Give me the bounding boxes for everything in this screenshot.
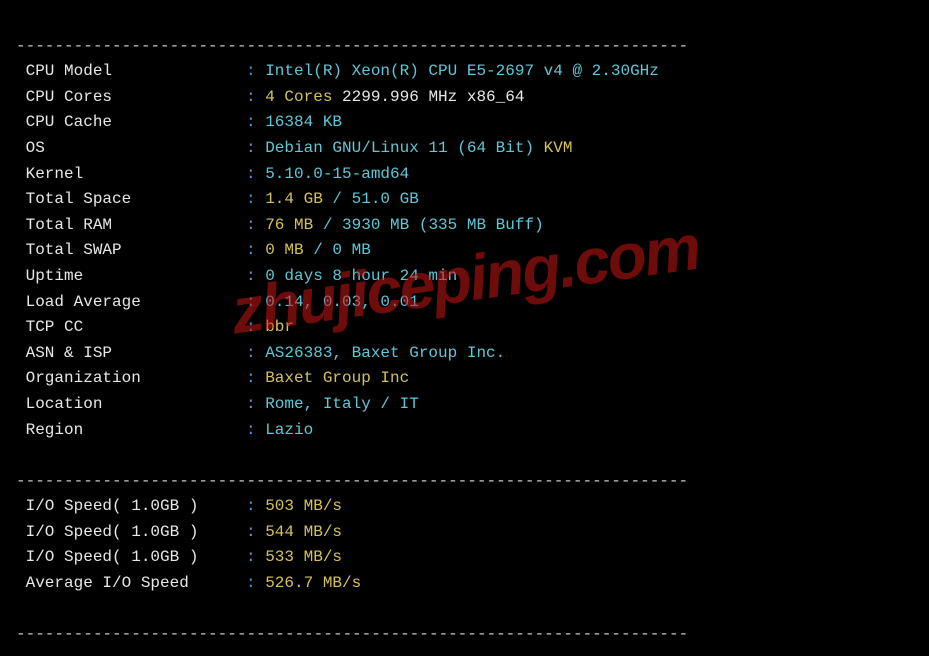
row-label: Total RAM bbox=[16, 213, 246, 239]
colon: : bbox=[246, 293, 265, 311]
info-row: Organization: Baxet Group Inc bbox=[16, 366, 913, 392]
colon: : bbox=[246, 497, 265, 515]
info-row: Total SWAP: 0 MB / 0 MB bbox=[16, 238, 913, 264]
colon: : bbox=[246, 113, 265, 131]
colon: : bbox=[246, 548, 265, 566]
colon: : bbox=[246, 421, 265, 439]
io-row: I/O Speed( 1.0GB ): 503 MB/s bbox=[16, 494, 913, 520]
row-value: 51.0 GB bbox=[352, 190, 419, 208]
row-label: I/O Speed( 1.0GB ) bbox=[16, 520, 246, 546]
info-row: CPU Model: Intel(R) Xeon(R) CPU E5-2697 … bbox=[16, 59, 913, 85]
io-row: Average I/O Speed: 526.7 MB/s bbox=[16, 571, 913, 597]
row-value: bbr bbox=[265, 318, 294, 336]
row-label: OS bbox=[16, 136, 246, 162]
row-label: CPU Cache bbox=[16, 110, 246, 136]
terminal-output: ----------------------------------------… bbox=[0, 0, 929, 656]
row-label: CPU Cores bbox=[16, 85, 246, 111]
row-value: / bbox=[313, 216, 342, 234]
io-speed-section: I/O Speed( 1.0GB ): 503 MB/s I/O Speed( … bbox=[16, 494, 913, 596]
row-value: Baxet Group Inc bbox=[265, 369, 409, 387]
row-value: Rome, Italy / IT bbox=[265, 395, 419, 413]
io-value: 526.7 MB/s bbox=[265, 574, 361, 592]
info-row: CPU Cache: 16384 KB bbox=[16, 110, 913, 136]
row-value: Intel(R) Xeon(R) CPU E5-2697 v4 @ 2.30GH… bbox=[265, 62, 659, 80]
row-label: TCP CC bbox=[16, 315, 246, 341]
io-value: 533 MB/s bbox=[265, 548, 342, 566]
info-row: TCP CC: bbr bbox=[16, 315, 913, 341]
row-label: I/O Speed( 1.0GB ) bbox=[16, 545, 246, 571]
row-label: I/O Speed( 1.0GB ) bbox=[16, 494, 246, 520]
colon: : bbox=[246, 369, 265, 387]
colon: : bbox=[246, 267, 265, 285]
divider-top: ----------------------------------------… bbox=[16, 37, 688, 55]
colon: : bbox=[246, 395, 265, 413]
info-row: CPU Cores: 4 Cores 2299.996 MHz x86_64 bbox=[16, 85, 913, 111]
row-label: Region bbox=[16, 418, 246, 444]
row-label: CPU Model bbox=[16, 59, 246, 85]
row-label: Kernel bbox=[16, 162, 246, 188]
row-label: Total Space bbox=[16, 187, 246, 213]
divider-bottom: ----------------------------------------… bbox=[16, 625, 688, 643]
io-value: 503 MB/s bbox=[265, 497, 342, 515]
info-row: Region: Lazio bbox=[16, 418, 913, 444]
row-label: ASN & ISP bbox=[16, 341, 246, 367]
row-label: Location bbox=[16, 392, 246, 418]
row-value: AS26383, Baxet Group Inc. bbox=[265, 344, 505, 362]
row-value: 2299.996 MHz x86_64 bbox=[332, 88, 524, 106]
row-label: Uptime bbox=[16, 264, 246, 290]
io-row: I/O Speed( 1.0GB ): 544 MB/s bbox=[16, 520, 913, 546]
info-row: Uptime: 0 days 8 hour 24 min bbox=[16, 264, 913, 290]
colon: : bbox=[246, 344, 265, 362]
row-value: KVM bbox=[544, 139, 573, 157]
row-value: 16384 KB bbox=[265, 113, 342, 131]
info-row: ASN & ISP: AS26383, Baxet Group Inc. bbox=[16, 341, 913, 367]
colon: : bbox=[246, 62, 265, 80]
row-value: 3930 MB bbox=[342, 216, 409, 234]
colon: : bbox=[246, 88, 265, 106]
row-value: 1.4 GB bbox=[265, 190, 323, 208]
system-info-section: CPU Model: Intel(R) Xeon(R) CPU E5-2697 … bbox=[16, 59, 913, 443]
row-value: 0 MB bbox=[265, 241, 303, 259]
colon: : bbox=[246, 241, 265, 259]
colon: : bbox=[246, 139, 265, 157]
io-value: 544 MB/s bbox=[265, 523, 342, 541]
row-value: Debian GNU/Linux 11 (64 Bit) bbox=[265, 139, 543, 157]
info-row: Location: Rome, Italy / IT bbox=[16, 392, 913, 418]
row-value: / bbox=[323, 190, 352, 208]
info-row: Total RAM: 76 MB / 3930 MB (335 MB Buff) bbox=[16, 213, 913, 239]
colon: : bbox=[246, 574, 265, 592]
colon: : bbox=[246, 165, 265, 183]
colon: : bbox=[246, 318, 265, 336]
divider-mid: ----------------------------------------… bbox=[16, 472, 688, 490]
colon: : bbox=[246, 523, 265, 541]
row-label: Total SWAP bbox=[16, 238, 246, 264]
row-value: 5.10.0-15-amd64 bbox=[265, 165, 409, 183]
io-row: I/O Speed( 1.0GB ): 533 MB/s bbox=[16, 545, 913, 571]
row-value: Lazio bbox=[265, 421, 313, 439]
row-label: Load Average bbox=[16, 290, 246, 316]
row-value: 4 Cores bbox=[265, 88, 332, 106]
row-value: 76 MB bbox=[265, 216, 313, 234]
row-value: (335 MB Buff) bbox=[409, 216, 543, 234]
info-row: Kernel: 5.10.0-15-amd64 bbox=[16, 162, 913, 188]
row-label: Organization bbox=[16, 366, 246, 392]
colon: : bbox=[246, 190, 265, 208]
info-row: OS: Debian GNU/Linux 11 (64 Bit) KVM bbox=[16, 136, 913, 162]
row-value: 0.14, 0.03, 0.01 bbox=[265, 293, 419, 311]
row-value: / bbox=[304, 241, 333, 259]
row-label: Average I/O Speed bbox=[16, 571, 246, 597]
colon: : bbox=[246, 216, 265, 234]
info-row: Total Space: 1.4 GB / 51.0 GB bbox=[16, 187, 913, 213]
row-value: 0 days 8 hour 24 min bbox=[265, 267, 457, 285]
info-row: Load Average: 0.14, 0.03, 0.01 bbox=[16, 290, 913, 316]
row-value: 0 MB bbox=[332, 241, 370, 259]
